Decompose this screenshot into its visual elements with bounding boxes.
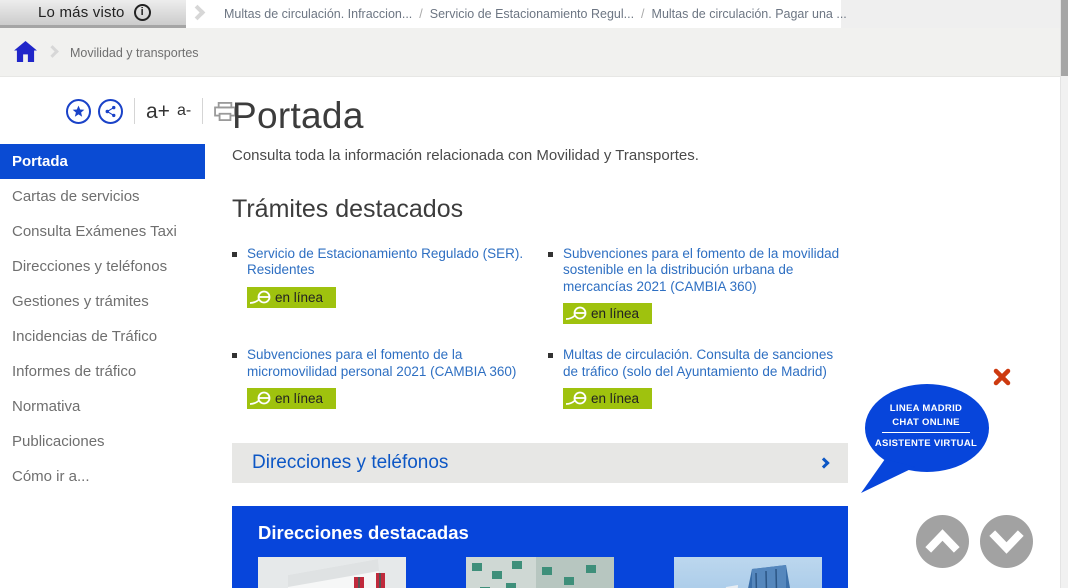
star-glyph xyxy=(72,105,85,118)
sidebar-item-informes-trafico[interactable]: Informes de tráfico xyxy=(0,354,205,389)
chat-line-3: ASISTENTE VIRTUAL xyxy=(864,438,988,449)
chat-assistant-widget[interactable]: LINEA MADRID CHAT ONLINE ASISTENTE VIRTU… xyxy=(861,383,991,495)
sidebar-item-gestiones-tramites[interactable]: Gestiones y trámites xyxy=(0,284,205,319)
online-icon xyxy=(563,390,591,407)
home-icon[interactable] xyxy=(14,41,37,62)
online-icon xyxy=(247,390,275,407)
divider xyxy=(134,98,135,124)
directions-telefonos-bar[interactable]: Direcciones y teléfonos xyxy=(232,443,848,483)
chat-line-2: CHAT ONLINE xyxy=(864,417,988,428)
separator: / xyxy=(419,7,422,21)
chat-close-icon[interactable] xyxy=(993,368,1011,386)
sidebar-item-normativa[interactable]: Normativa xyxy=(0,389,205,424)
chevron-right-icon xyxy=(818,458,829,469)
city-bus-photo[interactable] xyxy=(466,557,614,588)
list-item: Multas de circulación. Consulta de sanci… xyxy=(548,347,848,412)
most-viewed-label: Lo más visto xyxy=(38,4,125,21)
scroll-down-button[interactable] xyxy=(980,515,1033,568)
sidebar-menu: Portada Cartas de servicios Consulta Exá… xyxy=(0,144,205,494)
badge-label: en línea xyxy=(275,391,323,406)
list-item: Subvenciones para el fomento de la movil… xyxy=(548,246,848,327)
online-icon xyxy=(563,305,591,322)
link-multas-consulta-sanciones[interactable]: Multas de circulación. Consulta de sanci… xyxy=(563,347,848,380)
most-viewed-link-3[interactable]: Multas de circulación. Pagar una ... xyxy=(652,7,847,21)
chat-line-1: LINEA MADRID xyxy=(864,403,988,414)
directions-bar-label: Direcciones y teléfonos xyxy=(252,452,820,474)
list-item: Subvenciones para el fomento de la micro… xyxy=(232,347,532,412)
info-icon[interactable]: i xyxy=(134,4,151,21)
directions-box-title: Direcciones destacadas xyxy=(258,522,848,544)
divider xyxy=(882,432,970,433)
link-ser-residentes[interactable]: Servicio de Estacionamiento Regulado (SE… xyxy=(247,246,532,279)
en-linea-badge[interactable]: en línea xyxy=(247,287,336,308)
most-viewed-link-1[interactable]: Multas de circulación. Infraccion... xyxy=(224,7,412,21)
share-icon[interactable] xyxy=(98,99,123,124)
sidebar-item-incidencias-trafico[interactable]: Incidencias de Tráfico xyxy=(0,319,205,354)
breadcrumb-bar: Movilidad y transportes xyxy=(0,28,1060,77)
separator: / xyxy=(641,7,644,21)
scrollbar-thumb[interactable] xyxy=(1061,0,1068,76)
sidebar-item-como-ir-a[interactable]: Cómo ir a... xyxy=(0,459,205,494)
chevron-right-icon xyxy=(46,45,59,58)
page: Lo más visto i Multas de circulación. In… xyxy=(0,0,1068,588)
featured-links: Servicio de Estacionamiento Regulado (SE… xyxy=(232,246,848,412)
sidebar-item-portada[interactable]: Portada xyxy=(0,144,205,179)
page-title: Portada xyxy=(232,95,848,137)
favorite-star-icon[interactable] xyxy=(66,99,91,124)
badge-label: en línea xyxy=(591,391,639,406)
chevron-up-icon xyxy=(916,515,969,568)
top-bar: Lo más visto i Multas de circulación. In… xyxy=(0,0,1060,28)
badge-label: en línea xyxy=(275,290,323,305)
list-item: Servicio de Estacionamiento Regulado (SE… xyxy=(232,246,532,327)
page-tools: a+ a- xyxy=(66,95,236,127)
en-linea-badge[interactable]: en línea xyxy=(563,303,652,324)
chevron-down-icon xyxy=(980,515,1033,568)
scrollbar-track[interactable] xyxy=(1060,0,1068,588)
badge-label: en línea xyxy=(591,306,639,321)
link-subvenciones-micromovilidad[interactable]: Subvenciones para el fomento de la micro… xyxy=(247,347,532,380)
link-subvenciones-movilidad-sostenible[interactable]: Subvenciones para el fomento de la movil… xyxy=(563,246,848,295)
featured-heading: Trámites destacados xyxy=(232,195,848,224)
sidebar-item-direcciones-telefonos[interactable]: Direcciones y teléfonos xyxy=(0,249,205,284)
divider xyxy=(202,98,203,124)
chevron-right-icon xyxy=(190,5,206,21)
top-bar-filler xyxy=(841,0,1060,28)
font-decrease-button[interactable]: a- xyxy=(177,103,191,119)
main-content: Portada Consulta toda la información rel… xyxy=(232,77,848,588)
sidebar-item-cartas-de-servicios[interactable]: Cartas de servicios xyxy=(0,179,205,214)
online-icon xyxy=(247,289,275,306)
sidebar-item-publicaciones[interactable]: Publicaciones xyxy=(0,424,205,459)
directions-destacadas-box: Direcciones destacadas xyxy=(232,506,848,588)
intro-text: Consulta toda la información relacionada… xyxy=(232,147,848,164)
most-viewed-link-2[interactable]: Servicio de Estacionamiento Regul... xyxy=(430,7,634,21)
directions-photos xyxy=(258,557,848,588)
font-increase-button[interactable]: a+ xyxy=(146,101,170,122)
breadcrumb-section[interactable]: Movilidad y transportes xyxy=(70,28,199,77)
office-building-photo[interactable] xyxy=(674,557,822,588)
sidebar-item-consulta-examenes-taxi[interactable]: Consulta Exámenes Taxi xyxy=(0,214,205,249)
most-viewed-tab[interactable]: Lo más visto i xyxy=(0,0,186,28)
most-viewed-links: Multas de circulación. Infraccion... / S… xyxy=(224,0,847,28)
en-linea-badge[interactable]: en línea xyxy=(563,388,652,409)
share-glyph xyxy=(104,105,117,118)
en-linea-badge[interactable]: en línea xyxy=(247,388,336,409)
municipal-building-photo[interactable] xyxy=(258,557,406,588)
scroll-up-button[interactable] xyxy=(916,515,969,568)
